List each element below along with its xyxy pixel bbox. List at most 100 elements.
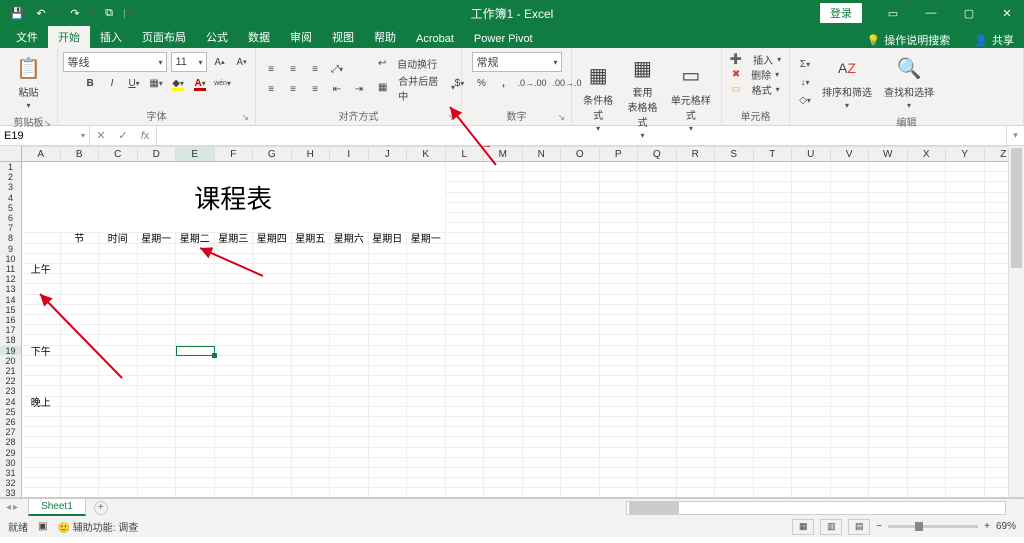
cell[interactable] — [715, 376, 754, 386]
cell[interactable] — [253, 366, 292, 376]
accessibility-status[interactable]: 🙂 辅助功能: 调查 — [57, 519, 138, 534]
cell[interactable] — [292, 468, 331, 478]
cell[interactable] — [831, 488, 870, 498]
row-header[interactable]: 25 — [0, 407, 22, 417]
cell[interactable] — [369, 264, 408, 274]
cell[interactable] — [523, 264, 562, 274]
cell[interactable] — [831, 437, 870, 447]
cell[interactable] — [869, 407, 908, 417]
cell[interactable] — [946, 203, 985, 213]
col-header[interactable]: T — [754, 146, 793, 162]
cell[interactable] — [946, 417, 985, 427]
cell[interactable] — [292, 437, 331, 447]
cell[interactable] — [99, 417, 138, 427]
cell[interactable] — [754, 366, 793, 376]
header-cell[interactable]: 星期四 — [253, 233, 292, 243]
cell[interactable] — [600, 274, 639, 284]
cell[interactable] — [407, 346, 446, 356]
cell[interactable] — [22, 233, 61, 243]
col-header[interactable]: I — [330, 146, 369, 162]
number-format-select[interactable]: 常规 — [472, 52, 562, 72]
cell[interactable] — [754, 468, 793, 478]
cell[interactable] — [831, 386, 870, 396]
cell[interactable] — [869, 223, 908, 233]
cell[interactable] — [215, 386, 254, 396]
cell[interactable] — [523, 315, 562, 325]
cell[interactable] — [523, 386, 562, 396]
cell[interactable] — [22, 437, 61, 447]
cell[interactable] — [754, 478, 793, 488]
phonetic-icon[interactable]: wén▾ — [213, 74, 232, 92]
cell[interactable] — [138, 284, 177, 294]
cell[interactable] — [946, 172, 985, 182]
cell[interactable] — [523, 172, 562, 182]
cell[interactable] — [176, 437, 215, 447]
increase-decimal-icon[interactable]: .0→.00 — [516, 74, 547, 92]
cell[interactable] — [908, 264, 947, 274]
cell[interactable] — [946, 468, 985, 478]
cell[interactable] — [831, 213, 870, 223]
cell[interactable] — [61, 346, 100, 356]
share-button[interactable]: 共享 — [992, 32, 1014, 48]
cell[interactable] — [561, 172, 600, 182]
cell[interactable] — [138, 427, 177, 437]
cell[interactable] — [484, 386, 523, 396]
cell[interactable] — [215, 254, 254, 264]
cell[interactable] — [677, 203, 716, 213]
cell[interactable] — [61, 478, 100, 488]
cell[interactable] — [523, 193, 562, 203]
cell[interactable] — [561, 213, 600, 223]
insert-cells-button[interactable]: ➕ 插入▾ — [730, 52, 781, 67]
col-header[interactable]: X — [908, 146, 947, 162]
cell[interactable] — [61, 264, 100, 274]
cell[interactable] — [22, 458, 61, 468]
cell[interactable] — [61, 335, 100, 345]
cell[interactable] — [446, 346, 485, 356]
cell[interactable] — [869, 325, 908, 335]
cell[interactable] — [677, 468, 716, 478]
cell[interactable] — [369, 335, 408, 345]
col-header[interactable]: R — [677, 146, 716, 162]
cell[interactable] — [407, 295, 446, 305]
cell[interactable] — [754, 233, 793, 243]
cell[interactable] — [831, 356, 870, 366]
cell[interactable] — [407, 325, 446, 335]
cell[interactable] — [946, 478, 985, 488]
row-header[interactable]: 17 — [0, 325, 22, 335]
cell[interactable] — [330, 478, 369, 488]
cell[interactable] — [561, 233, 600, 243]
percent-icon[interactable]: % — [472, 74, 490, 92]
cell[interactable] — [754, 172, 793, 182]
row-header[interactable]: 8 — [0, 233, 22, 243]
cell[interactable] — [484, 223, 523, 233]
cell[interactable] — [176, 448, 215, 458]
select-all-corner[interactable] — [0, 146, 22, 162]
col-header[interactable]: Q — [638, 146, 677, 162]
cell[interactable] — [600, 295, 639, 305]
sheet-nav-next-icon[interactable]: ▸ — [13, 502, 18, 513]
cell[interactable] — [176, 335, 215, 345]
header-cell[interactable]: 星期六 — [330, 233, 369, 243]
cell[interactable] — [99, 437, 138, 447]
delete-cells-button[interactable]: ✖ 删除▾ — [732, 67, 779, 82]
cell[interactable] — [946, 397, 985, 407]
cell[interactable] — [600, 335, 639, 345]
cell[interactable] — [638, 356, 677, 366]
cell[interactable] — [292, 386, 331, 396]
cell[interactable] — [61, 284, 100, 294]
cell[interactable] — [253, 488, 292, 498]
cell[interactable] — [369, 376, 408, 386]
cell[interactable] — [176, 478, 215, 488]
cell[interactable] — [253, 305, 292, 315]
cell[interactable] — [484, 305, 523, 315]
cell[interactable] — [176, 407, 215, 417]
cell[interactable] — [792, 274, 831, 284]
cell[interactable] — [946, 223, 985, 233]
cell[interactable] — [407, 366, 446, 376]
row-header[interactable]: 30 — [0, 458, 22, 468]
cell[interactable] — [215, 448, 254, 458]
cell[interactable] — [831, 397, 870, 407]
cell[interactable] — [638, 458, 677, 468]
cell[interactable] — [407, 468, 446, 478]
cell[interactable] — [677, 356, 716, 366]
